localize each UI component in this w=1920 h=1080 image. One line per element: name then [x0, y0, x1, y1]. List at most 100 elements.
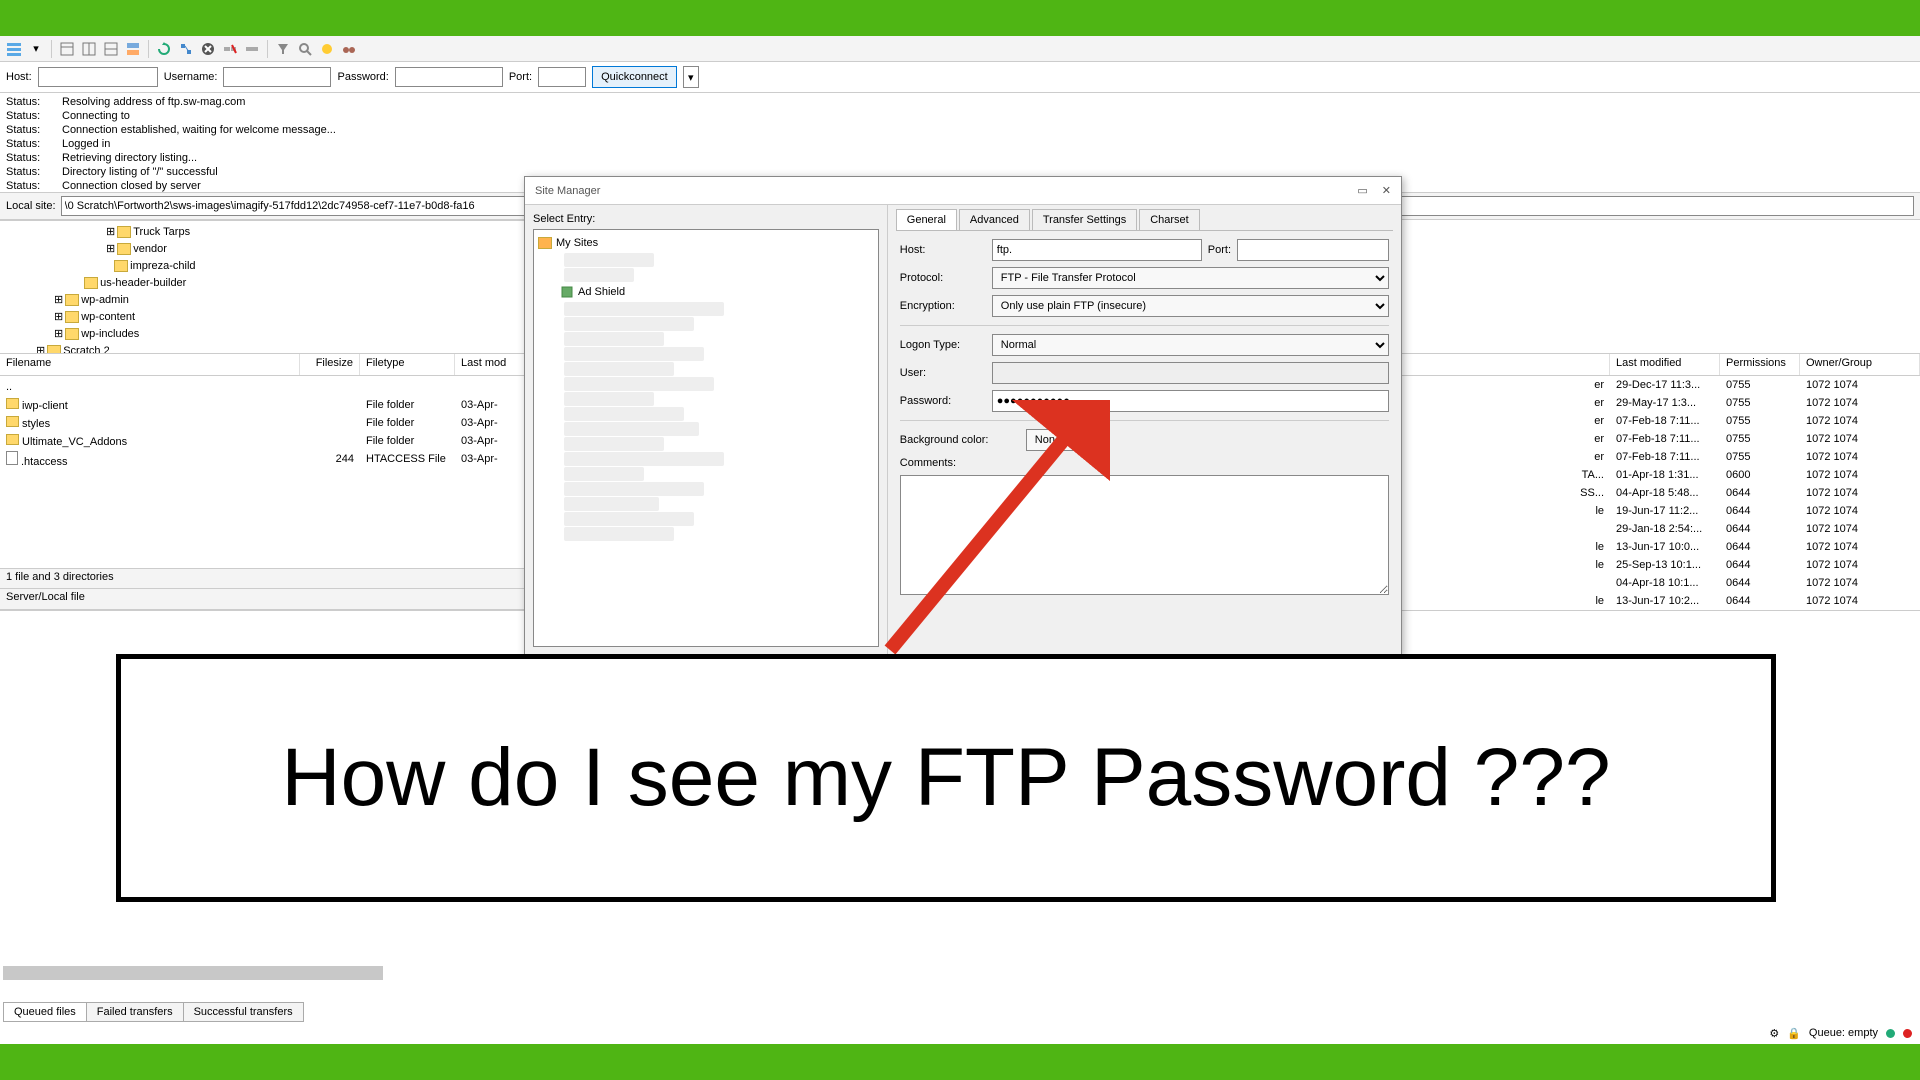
cancel-icon[interactable]	[198, 39, 218, 59]
col-perms[interactable]: Permissions	[1720, 354, 1800, 375]
tab-failed[interactable]: Failed transfers	[86, 1002, 184, 1022]
port-label: Port:	[509, 71, 532, 83]
file-name[interactable]: styles	[22, 418, 50, 430]
folder-icon	[65, 311, 79, 323]
blurred-entry[interactable]	[564, 347, 704, 361]
blurred-entry[interactable]	[564, 422, 699, 436]
gear-icon[interactable]: ⚙	[1769, 1027, 1779, 1040]
bgcolor-select[interactable]: None	[1026, 429, 1096, 451]
entry-tree[interactable]: My Sites Ad Shield	[533, 229, 879, 647]
layout1-icon[interactable]	[57, 39, 77, 59]
sm-password-input[interactable]	[992, 390, 1389, 412]
logon-select[interactable]: Normal	[992, 334, 1389, 356]
disconnect-icon[interactable]	[220, 39, 240, 59]
binoculars-icon[interactable]	[339, 39, 359, 59]
tree-item[interactable]: us-header-builder	[100, 277, 186, 289]
compare-icon[interactable]	[317, 39, 337, 59]
blurred-entry[interactable]	[564, 482, 704, 496]
sm-user-input[interactable]	[992, 362, 1389, 384]
blurred-entry[interactable]	[564, 392, 654, 406]
blurred-entry[interactable]	[564, 512, 694, 526]
dropdown-icon[interactable]: ▾	[26, 39, 46, 59]
separator	[51, 40, 52, 58]
blurred-entry[interactable]	[564, 467, 644, 481]
col-filename[interactable]: Filename	[0, 354, 300, 375]
tree-item[interactable]: Truck Tarps	[133, 226, 190, 238]
process-icon[interactable]	[176, 39, 196, 59]
col-filetype[interactable]: Filetype	[360, 354, 455, 375]
blurred-entry[interactable]	[564, 377, 714, 391]
file-name[interactable]: .htaccess	[21, 456, 67, 468]
tree-item[interactable]: wp-includes	[81, 328, 139, 340]
status-dot-red	[1903, 1029, 1912, 1038]
tab-transfer[interactable]: Transfer Settings	[1032, 209, 1137, 230]
tree-item[interactable]: impreza-child	[130, 260, 195, 272]
password-input[interactable]	[395, 67, 503, 87]
tab-charset[interactable]: Charset	[1139, 209, 1200, 230]
encryption-select[interactable]: Only use plain FTP (insecure)	[992, 295, 1389, 317]
refresh-icon[interactable]	[154, 39, 174, 59]
password-label: Password:	[337, 71, 388, 83]
maximize-icon[interactable]: ▭	[1357, 184, 1367, 197]
layout2-icon[interactable]	[79, 39, 99, 59]
col-lastmod[interactable]: Last modified	[1610, 354, 1720, 375]
site-adshield[interactable]: Ad Shield	[578, 286, 625, 298]
bottom-green-bar	[0, 1044, 1920, 1080]
tab-general[interactable]: General	[896, 209, 957, 230]
tree-item[interactable]: wp-content	[81, 311, 135, 323]
folder-icon	[114, 260, 128, 272]
blurred-entry[interactable]	[564, 268, 634, 282]
tab-advanced[interactable]: Advanced	[959, 209, 1030, 230]
folder-icon	[65, 328, 79, 340]
file-name[interactable]: Ultimate_VC_Addons	[22, 436, 127, 448]
port-input[interactable]	[538, 67, 586, 87]
blurred-entry[interactable]	[564, 527, 674, 541]
quickconnect-dropdown[interactable]: ▾	[683, 66, 699, 88]
dialog-tabs: General Advanced Transfer Settings Chars…	[896, 209, 1393, 231]
tree-item[interactable]: Scratch 2	[63, 345, 109, 355]
layout3-icon[interactable]	[101, 39, 121, 59]
transfer-tabs: Queued files Failed transfers Successful…	[3, 1002, 303, 1022]
col-filesize[interactable]: Filesize	[300, 354, 360, 375]
file-name[interactable]: ..	[6, 381, 12, 393]
sm-port-input[interactable]	[1237, 239, 1389, 261]
reconnect-icon[interactable]	[242, 39, 262, 59]
tab-queued[interactable]: Queued files	[3, 1002, 87, 1022]
protocol-select[interactable]: FTP - File Transfer Protocol	[992, 267, 1389, 289]
filter-icon[interactable]	[273, 39, 293, 59]
blurred-entry[interactable]	[564, 253, 654, 267]
blurred-entry[interactable]	[564, 317, 694, 331]
tree-item[interactable]: vendor	[133, 243, 167, 255]
blurred-entry[interactable]	[564, 302, 724, 316]
layout4-icon[interactable]	[123, 39, 143, 59]
separator	[267, 40, 268, 58]
quickconnect-button[interactable]: Quickconnect	[592, 66, 677, 88]
local-tree[interactable]: ⊞ Truck Tarps ⊞ vendor impreza-child us-…	[0, 220, 528, 354]
sm-host-input[interactable]	[992, 239, 1202, 261]
local-file-list[interactable]: .. iwp-clientFile folder03-Apr- stylesFi…	[0, 376, 528, 568]
comments-textarea[interactable]	[900, 475, 1389, 595]
sitemanager-icon[interactable]	[4, 39, 24, 59]
blurred-entry[interactable]	[564, 332, 664, 346]
file-name[interactable]: iwp-client	[22, 400, 68, 412]
col-owner[interactable]: Owner/Group	[1800, 354, 1920, 375]
close-icon[interactable]: ✕	[1382, 184, 1391, 197]
folder-icon	[47, 345, 61, 355]
col-lastmod[interactable]: Last mod	[455, 354, 528, 375]
blurred-entry[interactable]	[564, 407, 684, 421]
username-input[interactable]	[223, 67, 331, 87]
host-input[interactable]	[38, 67, 158, 87]
blurred-entry[interactable]	[564, 362, 674, 376]
log-label: Status:	[6, 123, 54, 137]
blurred-entry[interactable]	[564, 452, 724, 466]
blurred-entry[interactable]	[564, 437, 664, 451]
my-sites[interactable]: My Sites	[556, 237, 598, 249]
folder-icon	[6, 416, 19, 427]
lock-icon[interactable]: 🔒	[1787, 1027, 1801, 1040]
scrollbar-thumb[interactable]	[3, 966, 383, 980]
blurred-entry[interactable]	[564, 497, 659, 511]
dialog-titlebar[interactable]: Site Manager ▭ ✕	[525, 177, 1401, 205]
tree-item[interactable]: wp-admin	[81, 294, 129, 306]
search-icon[interactable]	[295, 39, 315, 59]
tab-success[interactable]: Successful transfers	[183, 1002, 304, 1022]
